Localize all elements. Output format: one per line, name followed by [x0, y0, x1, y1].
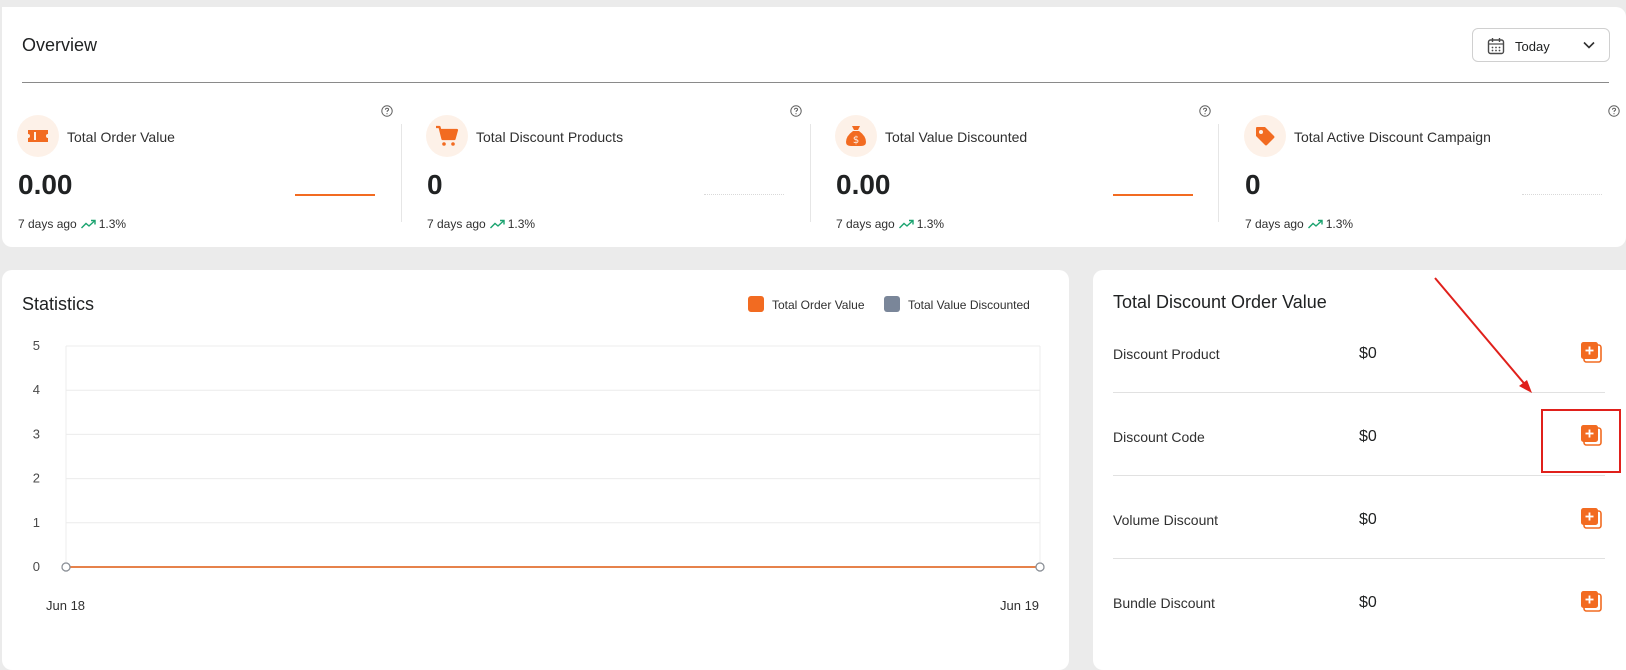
annotation-highlight-box [1541, 409, 1621, 473]
annotation-arrow [1434, 277, 1532, 393]
